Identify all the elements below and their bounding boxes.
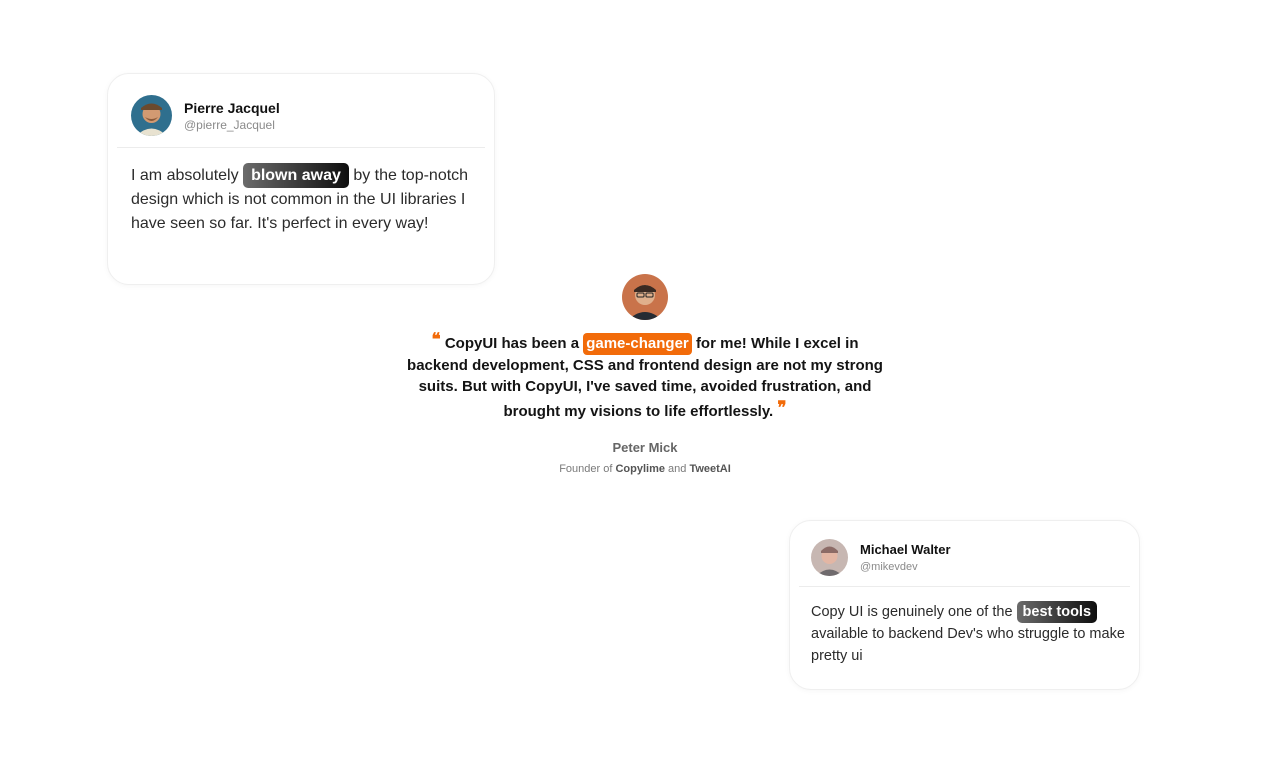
close-quote-icon: ❞ xyxy=(777,398,787,417)
testimonial-text: I am absolutely blown away by the top-no… xyxy=(131,163,476,236)
highlight-badge: best tools xyxy=(1016,601,1098,623)
divider xyxy=(117,147,485,148)
avatar xyxy=(622,274,668,320)
author-name: Pierre Jacquel xyxy=(184,99,280,116)
featured-testimonial: ❝ CopyUI has been a game-changer for me!… xyxy=(380,274,910,475)
open-quote-icon: ❝ xyxy=(431,330,441,349)
card-header: Michael Walter @mikevdev xyxy=(811,539,951,576)
card-header: Pierre Jacquel @pierre_Jacquel xyxy=(131,95,280,136)
divider xyxy=(799,586,1130,587)
author-name: Michael Walter xyxy=(860,541,951,557)
author-handle: @pierre_Jacquel xyxy=(184,117,275,132)
testimonial-text: Copy UI is genuinely one of the best too… xyxy=(811,601,1126,667)
highlight-badge: game-changer xyxy=(583,333,692,355)
company-name: Copylime xyxy=(615,463,665,475)
featured-author-role: Founder of Copylime and TweetAI xyxy=(559,463,731,475)
highlight-badge: blown away xyxy=(243,163,349,188)
avatar xyxy=(131,95,172,136)
testimonial-card-pierre: Pierre Jacquel @pierre_Jacquel I am abso… xyxy=(107,73,495,285)
featured-quote: ❝ CopyUI has been a game-changer for me!… xyxy=(407,330,883,420)
featured-author-name: Peter Mick xyxy=(612,440,678,455)
avatar xyxy=(811,539,848,576)
testimonial-card-michael: Michael Walter @mikevdev Copy UI is genu… xyxy=(789,520,1140,690)
author-handle: @mikevdev xyxy=(860,560,918,573)
company-name: TweetAI xyxy=(689,463,731,475)
